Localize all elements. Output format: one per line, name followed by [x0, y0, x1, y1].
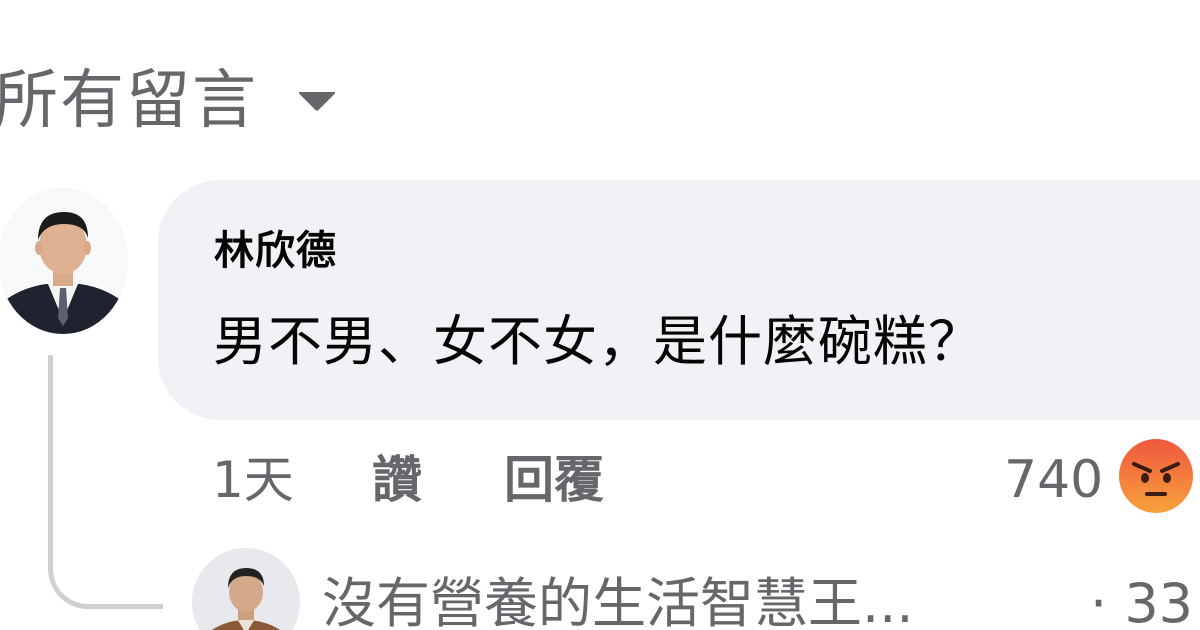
reply-avatar[interactable] — [192, 548, 300, 630]
profile-photo-icon — [0, 188, 128, 334]
angry-reaction-icon[interactable] — [1114, 434, 1198, 518]
comment-sort-dropdown[interactable]: 所有留言 — [0, 62, 336, 140]
comments-section: 所有留言 林欣德 男不男、女不女，是什麼碗糕？ 1天 讚 回覆 740 沒有營養… — [0, 0, 1200, 630]
profile-photo-icon — [192, 548, 300, 630]
comment-sort-label: 所有留言 — [0, 64, 258, 138]
comment-author-name[interactable]: 林欣德 — [214, 223, 337, 279]
reaction-count[interactable]: 740 — [1004, 440, 1103, 520]
comment-text: 男不男、女不女，是什麼碗糕？ — [213, 310, 983, 373]
reply-timestamp: · 33 — [1090, 572, 1194, 630]
caret-down-icon — [298, 92, 336, 111]
reply-thread-line — [48, 355, 163, 609]
reply-button[interactable]: 回覆 — [504, 440, 604, 520]
comment-timestamp[interactable]: 1天 — [212, 440, 294, 520]
commenter-avatar[interactable] — [0, 188, 128, 334]
like-button[interactable]: 讚 — [372, 440, 422, 520]
reply-author-name[interactable]: 沒有營養的生活智慧王... — [322, 562, 914, 630]
